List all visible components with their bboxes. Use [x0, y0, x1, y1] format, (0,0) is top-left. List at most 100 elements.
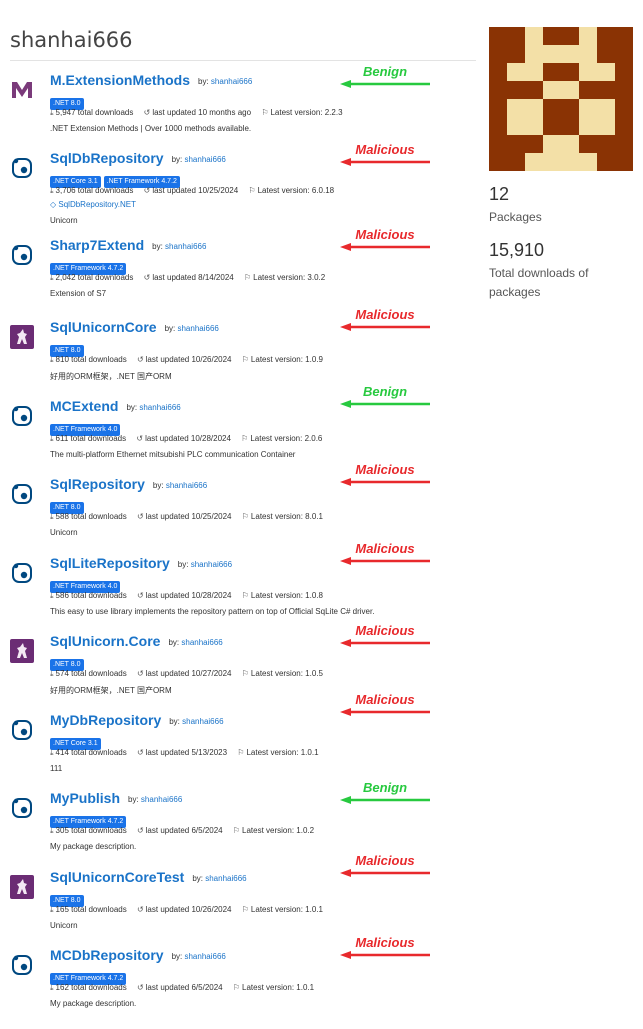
download-icon: ⤓: [50, 591, 54, 600]
package-meta: ⤓ 165 total downloads ↺ last updated 10/26…: [50, 905, 331, 915]
nuget-icon[interactable]: [10, 156, 34, 180]
author-link[interactable]: shanhai666: [166, 481, 207, 490]
latest-version: ⚐ Latest version: 6.0.18: [248, 186, 335, 195]
nuget-icon[interactable]: [10, 404, 34, 428]
nuget-icon[interactable]: [10, 953, 34, 977]
malicious-label: Malicious: [355, 307, 415, 322]
history-icon: ↺: [136, 512, 144, 521]
last-updated: ↺ last updated 6/5/2024: [136, 826, 223, 835]
flag-icon: ⚐: [261, 108, 269, 117]
package-name-link[interactable]: SqlLiteRepository by: shanhai666: [50, 555, 232, 571]
annotation-arrow-icon: [340, 796, 430, 804]
package-meta: ⤓ 414 total downloads ↺ last updated 5/13/…: [50, 748, 327, 758]
package-description: Unicorn: [50, 528, 78, 537]
download-count: ⤓ 305 total downloads: [50, 826, 127, 835]
package-meta: ⤓ 162 total downloads ↺ last updated 6/5/2…: [50, 983, 322, 993]
package-author: by: shanhai666: [192, 874, 247, 883]
package-name-link[interactable]: SqlUnicornCore by: shanhai666: [50, 319, 219, 335]
history-icon: ↺: [136, 355, 144, 364]
download-count: ⤓ 586 total downloads: [50, 591, 127, 600]
history-icon: ↺: [136, 826, 144, 835]
header-divider: [10, 60, 476, 61]
package-name-link[interactable]: M.ExtensionMethods by: shanhai666: [50, 72, 252, 88]
download-icon: ⤓: [50, 669, 54, 678]
author-link[interactable]: shanhai666: [141, 795, 182, 804]
annotation-arrow-icon: [340, 478, 430, 486]
unicorn-icon[interactable]: [10, 875, 34, 899]
m-logo-icon[interactable]: [10, 78, 34, 102]
latest-version: ⚐ Latest version: 1.0.8: [241, 591, 323, 600]
author-link[interactable]: shanhai666: [181, 638, 222, 647]
last-updated: ↺ last updated 10/25/2024: [136, 512, 232, 521]
package-author: by: shanhai666: [152, 242, 207, 251]
author-link[interactable]: shanhai666: [205, 874, 246, 883]
package-author: by: shanhai666: [171, 952, 226, 961]
author-link[interactable]: shanhai666: [182, 717, 223, 726]
annotation-arrow-icon: [340, 869, 430, 877]
package-description: 好用的ORM框架，.NET 国产ORM: [50, 686, 172, 695]
last-updated: ↺ last updated 10/28/2024: [136, 434, 231, 443]
download-count: ⤓ 414 total downloads: [50, 748, 127, 757]
author-link[interactable]: shanhai666: [211, 77, 252, 86]
latest-version: ⚐ Latest version: 1.0.2: [232, 826, 315, 835]
package-meta: ⤓ 588 total downloads ↺ last updated 10/25…: [50, 512, 331, 522]
annotation-arrow-icon: [340, 557, 430, 565]
latest-version: ⚐ Latest version: 3.0.2: [243, 273, 326, 282]
package-name-link[interactable]: Sharp7Extend by: shanhai666: [50, 237, 206, 253]
download-icon: ⤓: [50, 748, 54, 757]
benign-label: Benign: [362, 384, 408, 399]
package-meta: ⤓ 2,042 total downloads ↺ last updated 8/1…: [50, 273, 333, 283]
package-meta: ⤓ 586 total downloads ↺ last updated 10/28…: [50, 591, 331, 601]
package-meta: ⤓ 810 total downloads ↺ last updated 10/26…: [50, 355, 331, 365]
package-name-link[interactable]: MyPublish by: shanhai666: [50, 790, 182, 806]
author-link[interactable]: shanhai666: [184, 155, 225, 164]
last-updated: ↺ last updated 5/13/2023: [136, 748, 228, 757]
package-description: 好用的ORM框架，.NET 国产ORM: [50, 372, 172, 381]
history-icon: ↺: [143, 186, 151, 195]
package-name-link[interactable]: MCDbRepository by: shanhai666: [50, 947, 226, 963]
last-updated: ↺ last updated 6/5/2024: [136, 983, 223, 992]
package-author: by: shanhai666: [168, 638, 223, 647]
annotation-arrow-icon: [340, 708, 430, 716]
flag-icon: ⚐: [232, 983, 241, 992]
package-name-link[interactable]: SqlUnicorn.Core by: shanhai666: [50, 633, 223, 649]
downloads-label: Total downloads of packages: [489, 266, 589, 299]
unicorn-icon[interactable]: [10, 325, 34, 349]
history-icon: ↺: [143, 273, 151, 282]
flag-icon: ⚐: [241, 355, 249, 364]
download-count: ⤓ 2,042 total downloads: [50, 273, 134, 282]
latest-version: ⚐ Latest version: 2.0.6: [241, 434, 323, 443]
unicorn-icon[interactable]: [10, 639, 34, 663]
package-description: My package description.: [50, 842, 137, 851]
author-link[interactable]: shanhai666: [184, 952, 225, 961]
package-meta: ⤓ 3,706 total downloads ↺ last updated 10/…: [50, 186, 342, 196]
download-count: ⤓ 165 total downloads: [50, 905, 127, 914]
repository-link[interactable]: ◇ SqlDbRepository.NET: [50, 200, 136, 209]
flag-icon: ⚐: [241, 591, 249, 600]
nuget-icon[interactable]: [10, 718, 34, 742]
package-name-link[interactable]: MCExtend by: shanhai666: [50, 398, 181, 414]
package-name-link[interactable]: MyDbRepository by: shanhai666: [50, 712, 224, 728]
nuget-icon[interactable]: [10, 243, 34, 267]
nuget-icon[interactable]: [10, 482, 34, 506]
history-icon: ↺: [136, 748, 144, 757]
latest-version: ⚐ Latest version: 2.2.3: [261, 108, 343, 117]
annotation-arrow-icon: [340, 323, 430, 331]
last-updated: ↺ last updated 10/28/2024: [136, 591, 232, 600]
author-link[interactable]: shanhai666: [177, 324, 218, 333]
latest-version: ⚐ Latest version: 1.0.5: [241, 669, 323, 678]
download-icon: ⤓: [50, 905, 54, 914]
download-icon: ⤓: [50, 512, 54, 521]
package-name-link[interactable]: SqlUnicornCoreTest by: shanhai666: [50, 869, 247, 885]
malicious-label: Malicious: [355, 853, 415, 868]
annotation-arrow-icon: [340, 400, 430, 408]
nuget-icon[interactable]: [10, 561, 34, 585]
author-link[interactable]: shanhai666: [139, 403, 180, 412]
package-name-link[interactable]: SqlDbRepository by: shanhai666: [50, 150, 226, 166]
author-link[interactable]: shanhai666: [191, 560, 232, 569]
author-link[interactable]: shanhai666: [165, 242, 206, 251]
package-author: by: shanhai666: [177, 560, 233, 569]
malicious-label: Malicious: [355, 227, 415, 242]
nuget-icon[interactable]: [10, 796, 34, 820]
package-name-link[interactable]: SqlRepository by: shanhai666: [50, 476, 207, 492]
